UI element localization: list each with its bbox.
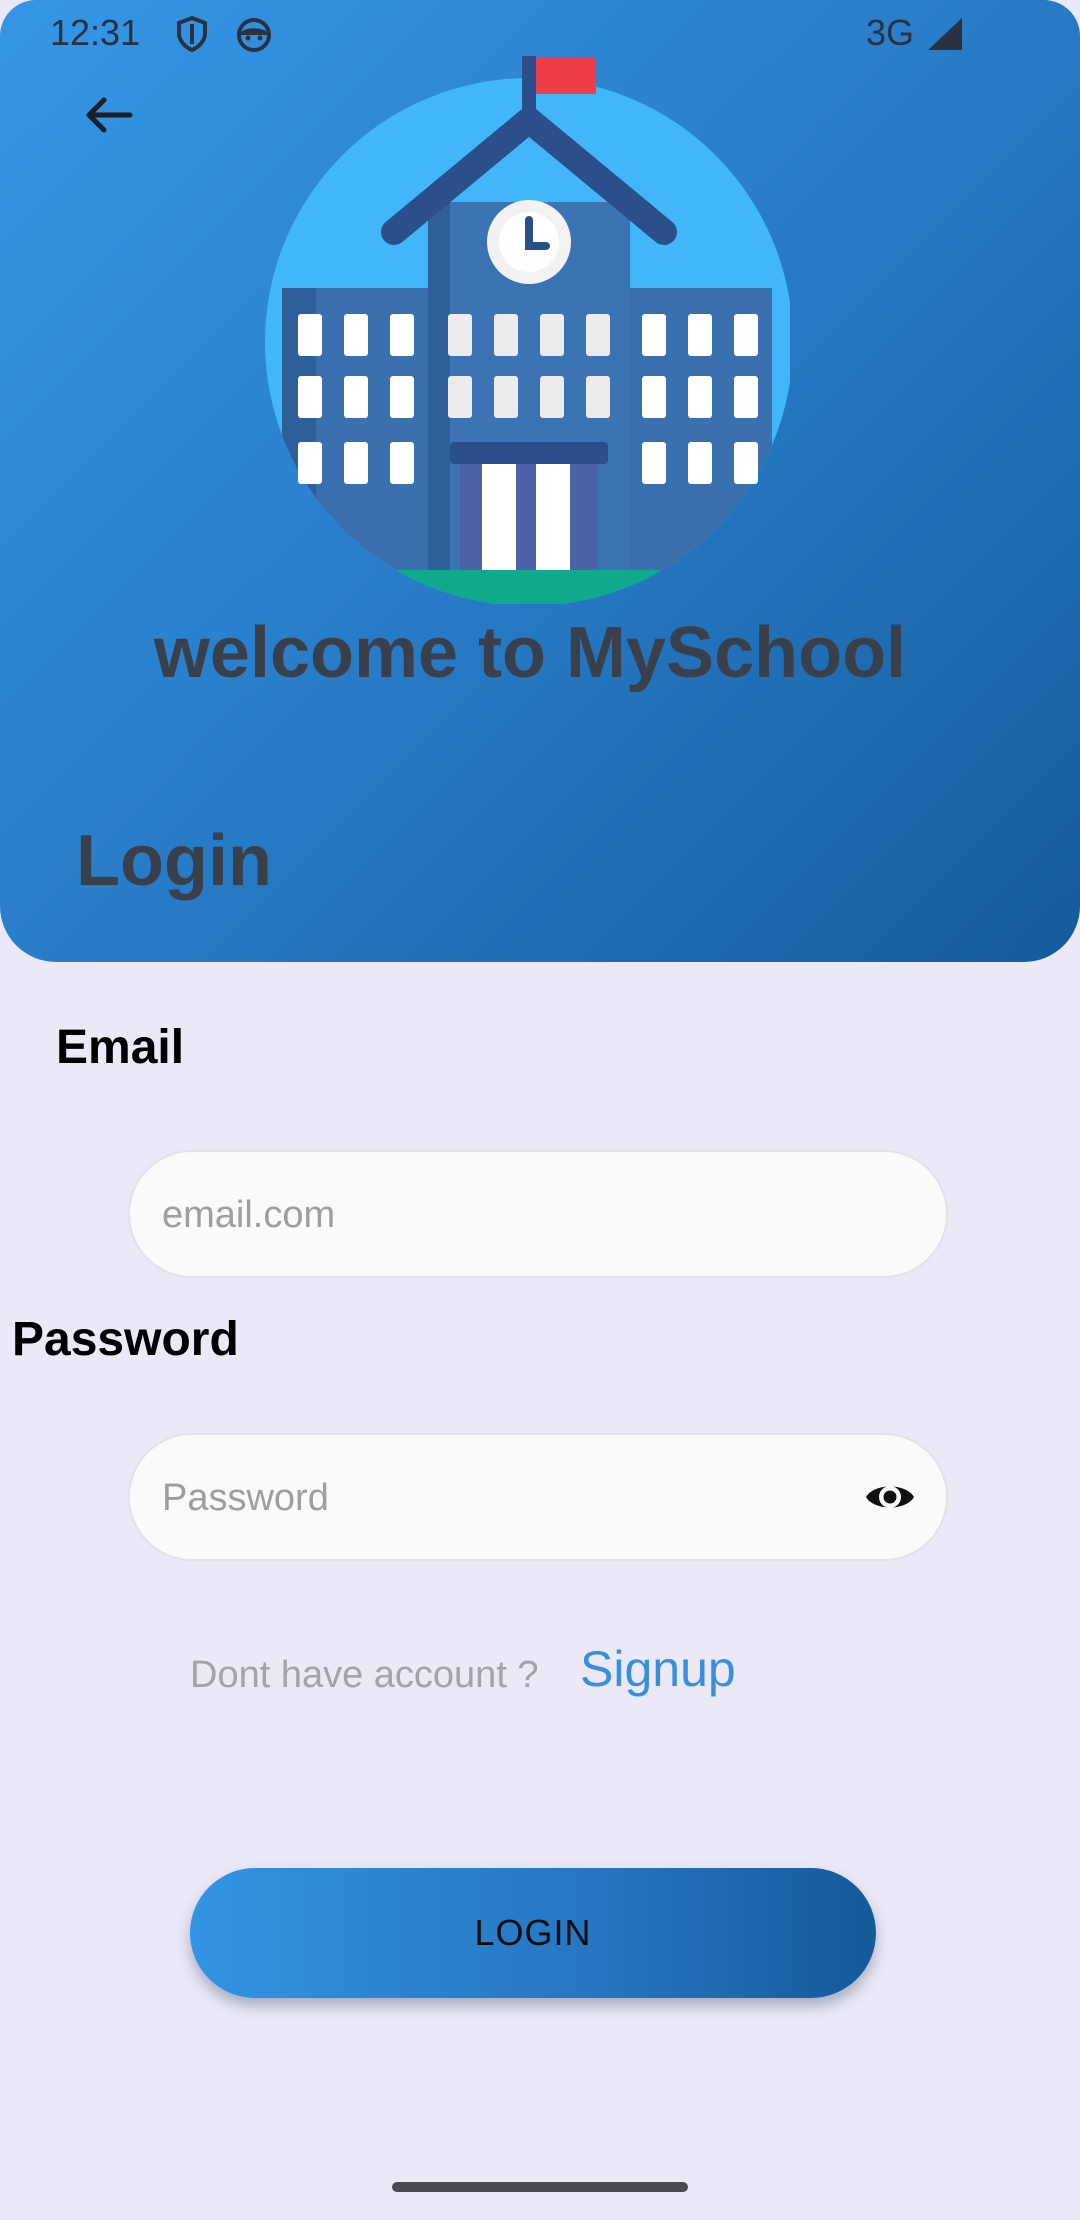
shield-icon (172, 14, 212, 63)
login-screen: 12:31 3G welcome to MySchool Login Email… (0, 0, 1080, 2220)
password-field-container (128, 1433, 948, 1561)
email-input[interactable] (160, 1152, 864, 1278)
status-time: 12:31 (50, 12, 141, 53)
school-building-illustration (265, 56, 790, 604)
signal-icon (926, 16, 964, 61)
header-banner: 12:31 3G welcome to MySchool Login (0, 0, 1080, 962)
signup-link[interactable]: Signup (580, 1640, 736, 1698)
email-field-container (128, 1150, 948, 1278)
password-label: Password (12, 1313, 239, 1366)
home-indicator[interactable] (392, 2182, 688, 2192)
login-button[interactable]: LOGIN (190, 1868, 876, 1998)
password-visibility-toggle[interactable] (862, 1469, 918, 1525)
welcome-title: welcome to MySchool (153, 613, 907, 693)
network-type: 3G (866, 12, 915, 53)
back-button[interactable] (74, 80, 144, 150)
signup-prompt: Dont have account ? (190, 1654, 539, 1696)
signup-row: Dont have account ? Signup (0, 1640, 1080, 1710)
login-heading: Login (76, 821, 272, 901)
email-label: Email (56, 1021, 185, 1074)
eye-icon (866, 1486, 914, 1508)
password-input[interactable] (160, 1435, 864, 1561)
arrow-left-icon (86, 97, 133, 133)
